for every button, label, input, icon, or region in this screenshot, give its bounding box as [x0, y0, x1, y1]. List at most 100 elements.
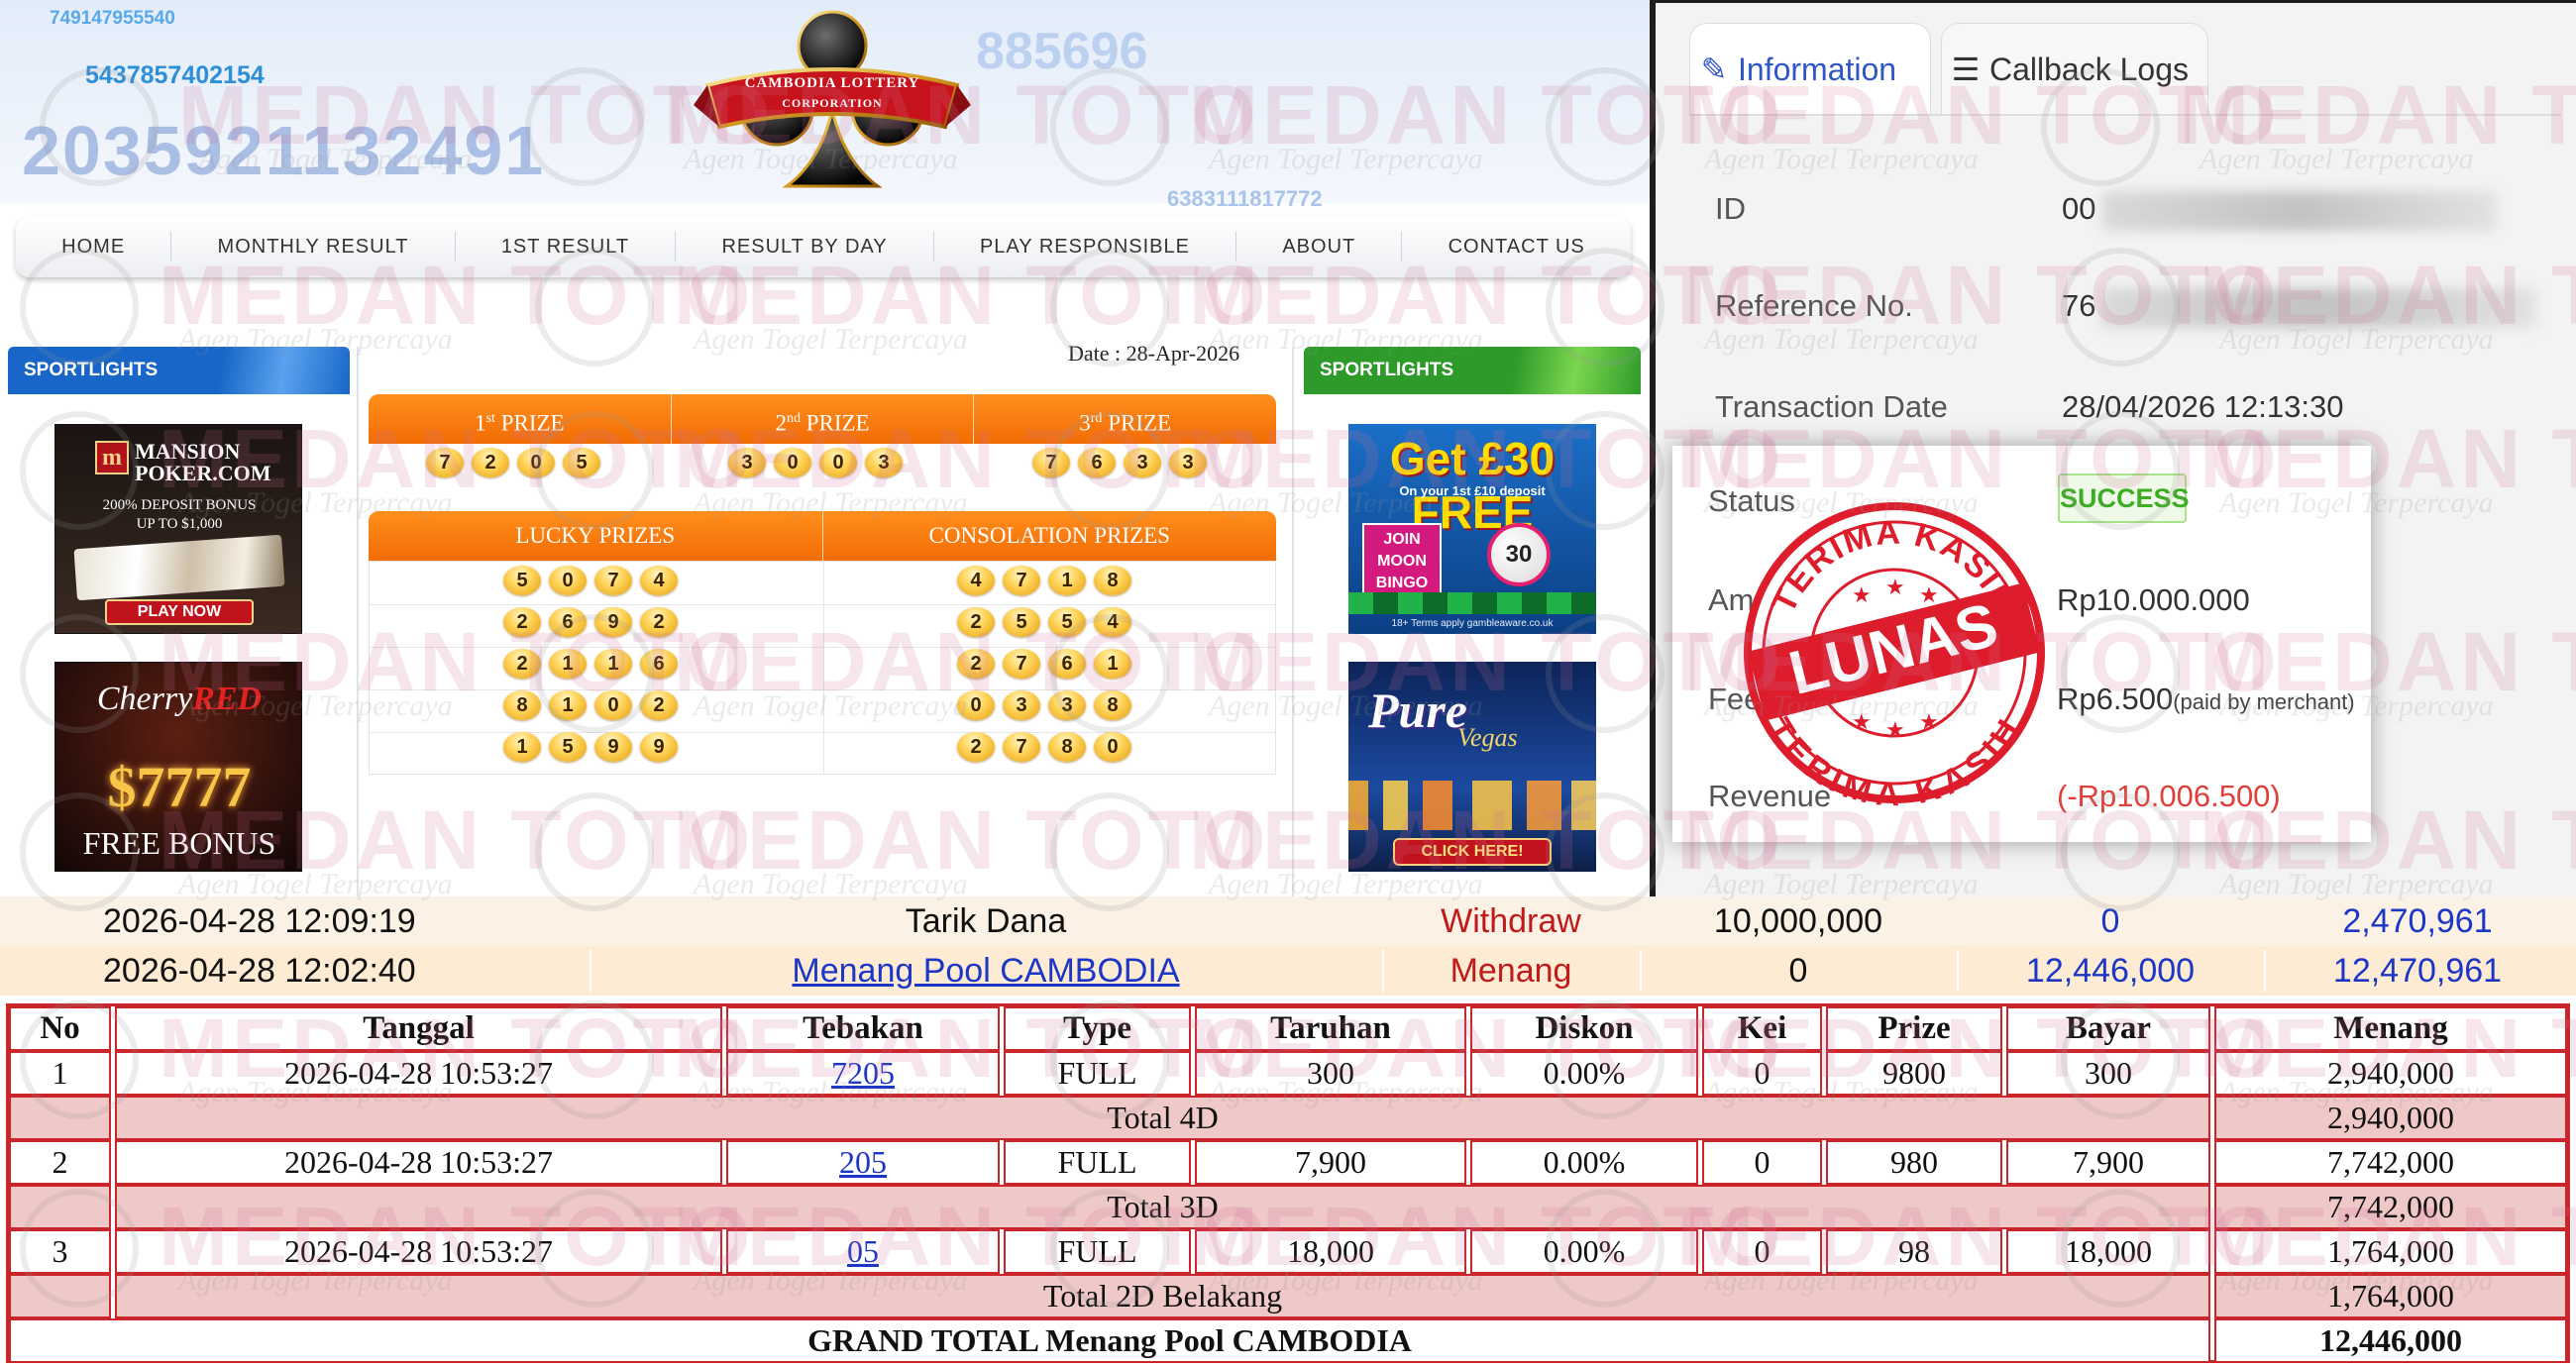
number-ball-row: 2692	[503, 607, 678, 637]
nav-item-home[interactable]: HOME	[16, 232, 172, 262]
prize-rank: 2	[775, 410, 787, 436]
status-badge: SUCCESS	[2058, 473, 2190, 523]
transaction-credit: 0	[2100, 902, 2120, 940]
ad-subline: On your 1st £10 deposit	[1399, 483, 1546, 498]
bet-number-link[interactable]: 205	[726, 1140, 1000, 1185]
bet-number-link[interactable]: 7205	[726, 1051, 1000, 1096]
bet-prize: 980	[1826, 1140, 2002, 1185]
transaction-balance: 2,470,961	[2342, 902, 2493, 940]
table-row: 1 2026-04-28 10:53:27 7205 FULL 300 0.00…	[9, 1051, 2567, 1096]
bet-no: 3	[9, 1229, 111, 1274]
subtotal-label: Total 2D Belakang	[115, 1274, 2210, 1318]
number-ball: 1	[549, 649, 587, 679]
click-here-button[interactable]: CLICK HERE!	[1393, 838, 1552, 866]
nav-item-monthly-result[interactable]: MONTHLY RESULT	[171, 232, 456, 262]
bingo-ball-icon: 30	[1487, 523, 1551, 586]
tab-label: Callback Logs	[1989, 52, 2189, 87]
number-ball-row: 5074	[503, 566, 678, 595]
subtotal-row: Total 2D Belakang 1,764,000	[9, 1274, 2567, 1318]
nav-item-1st-result[interactable]: 1ST RESULT	[456, 232, 677, 262]
number-ball-row: 2780	[957, 732, 1131, 762]
bet-stake: 300	[1195, 1051, 1466, 1096]
prize-rank-suffix: rd	[1090, 411, 1103, 426]
ad-brand: CherryRED	[55, 681, 301, 718]
join-moon-bingo-button[interactable]: JOIN MOON BINGO	[1362, 523, 1442, 596]
star-icon: ★	[1919, 582, 1939, 607]
prize-header: 2nd PRIZE	[672, 394, 975, 444]
tab-label: Information	[1738, 52, 1897, 87]
bet-no: 1	[9, 1051, 111, 1096]
ad-brand: MANSION POKER.COM	[135, 439, 271, 485]
subtotal-label: Total 3D	[115, 1185, 2210, 1229]
table-header-row: No Tanggal Tebakan Type Taruhan Diskon K…	[9, 1006, 2567, 1051]
subtotal-value: 7,742,000	[2214, 1185, 2567, 1229]
number-ball: 6	[549, 607, 587, 637]
bet-no: 2	[9, 1140, 111, 1185]
number-ball: 4	[1094, 607, 1131, 637]
logo-line: CAMBODIA LOTTERY	[744, 75, 920, 91]
free-bonus-button[interactable]: FREE BONUS	[55, 825, 301, 862]
play-now-button[interactable]: PLAY NOW	[105, 599, 254, 625]
bet-discount: 0.00%	[1470, 1051, 1698, 1096]
fee-value: Rp6.500(paid by merchant)	[2057, 682, 2355, 717]
number-ball: 1	[594, 649, 632, 679]
bet-type: FULL	[1004, 1229, 1191, 1274]
bet-paid: 18,000	[2006, 1229, 2210, 1274]
number-ball: 8	[1094, 566, 1131, 595]
empty-cell	[9, 1096, 111, 1140]
result-date: Date : 28-Apr-2026	[1068, 341, 1240, 366]
fee-amount: Rp6.500	[2057, 682, 2174, 716]
prize-label: PRIZE	[1108, 410, 1172, 436]
cambodia-lottery-logo[interactable]: CAMBODIA LOTTERY CORPORATION	[694, 10, 971, 193]
third-prize-balls: 7 6 3 3	[1032, 448, 1207, 477]
logo-text: CAMBODIA LOTTERY CORPORATION	[694, 73, 971, 113]
bet-type: FULL	[1004, 1140, 1191, 1185]
number-ball: 3	[728, 448, 766, 477]
bet-prize: 9800	[1826, 1051, 2002, 1096]
subtotal-row: Total 4D 2,940,000	[9, 1096, 2567, 1140]
list-icon: ☰	[1951, 52, 1981, 87]
cherry-red-ad[interactable]: CherryRED $7777 FREE BONUS	[54, 662, 302, 872]
number-ball-row: 0338	[957, 690, 1131, 720]
column-header: Menang	[2214, 1006, 2567, 1051]
bet-stake: 7,900	[1195, 1140, 1466, 1185]
bet-prize: 98	[1826, 1229, 2002, 1274]
number-ball: 9	[594, 607, 632, 637]
prize-rank: 3	[1079, 410, 1091, 436]
grand-total-row: GRAND TOTAL Menang Pool CAMBODIA 12,446,…	[9, 1318, 2567, 1363]
number-ball: 8	[1048, 732, 1086, 762]
transaction-type: Withdraw	[1441, 902, 1581, 940]
nav-item-result-by-day[interactable]: RESULT BY DAY	[676, 232, 934, 262]
column-header: No	[9, 1006, 111, 1051]
nav-item-contact-us[interactable]: CONTACT US	[1402, 232, 1631, 262]
pencil-icon: ✎	[1700, 52, 1728, 87]
logo-line: CORPORATION	[782, 96, 883, 110]
header-number: 6383111817772	[1167, 186, 1323, 211]
transaction-row: 2026-04-28 12:09:19 Tarik Dana Withdraw …	[0, 896, 2576, 946]
nav-item-about[interactable]: ABOUT	[1236, 232, 1403, 262]
nav-item-play-responsible[interactable]: PLAY RESPONSIBLE	[934, 232, 1237, 262]
number-ball-row: 2116	[503, 649, 678, 679]
empty-cell	[9, 1185, 111, 1229]
number-ball: 0	[1094, 732, 1131, 762]
tab-information[interactable]: ✎ Information	[1689, 23, 1931, 114]
pure-vegas-ad[interactable]: Pure Vegas CLICK HERE!	[1348, 662, 1596, 872]
mansion-poker-ad[interactable]: m MANSION POKER.COM 200% DEPOSIT BONUS U…	[54, 424, 302, 634]
transaction-datetime: 2026-04-28 12:09:19	[103, 902, 416, 940]
number-ball: 7	[1032, 448, 1070, 477]
bet-win: 7,742,000	[2214, 1140, 2567, 1185]
number-ball: 2	[640, 690, 678, 720]
number-ball: 9	[640, 732, 678, 762]
tab-callback-logs[interactable]: ☰ Callback Logs	[1941, 23, 2208, 114]
star-icon: ★	[1852, 582, 1872, 607]
subtotal-value: 2,940,000	[2214, 1096, 2567, 1140]
transaction-debit: 10,000,000	[1713, 902, 1883, 940]
bet-number-link[interactable]: 05	[726, 1229, 1000, 1274]
menang-pool-link[interactable]: Menang Pool CAMBODIA	[594, 946, 1377, 996]
number-ball: 5	[1048, 607, 1086, 637]
number-ball: 7	[1003, 732, 1040, 762]
prize-header-row: 1st PRIZE 2nd PRIZE 3rd PRIZE	[369, 394, 1276, 444]
bet-paid: 7,900	[2006, 1140, 2210, 1185]
moon-bingo-ad[interactable]: Get £30 FREE On your 1st £10 deposit JOI…	[1348, 424, 1596, 634]
bet-detail-table: No Tanggal Tebakan Type Taruhan Diskon K…	[6, 1003, 2570, 1363]
